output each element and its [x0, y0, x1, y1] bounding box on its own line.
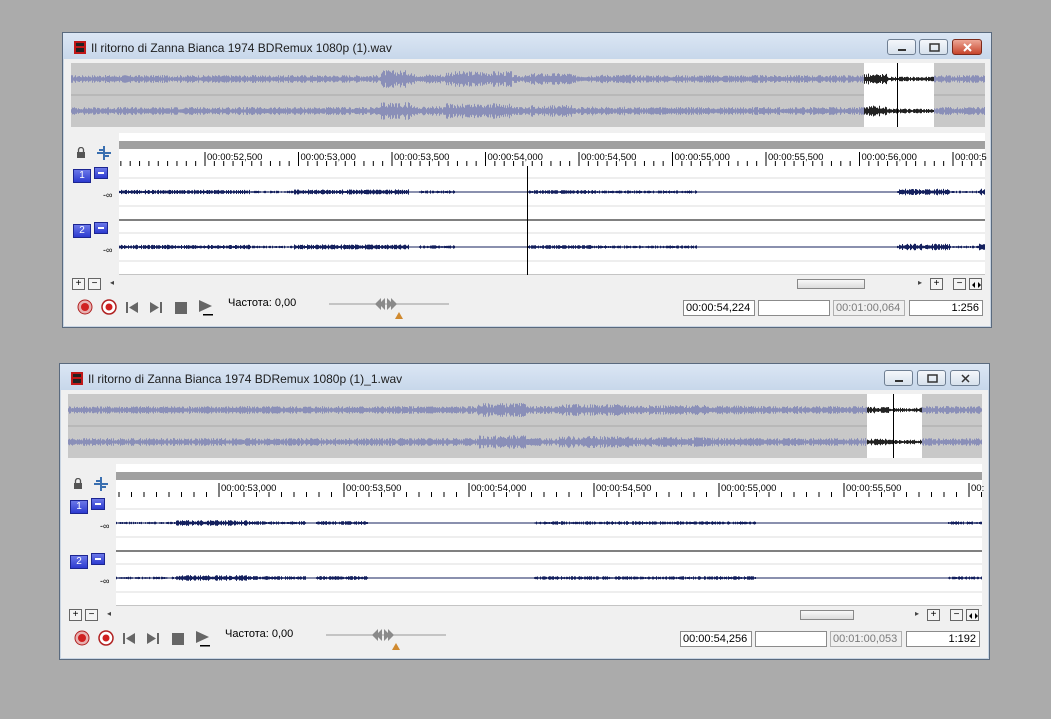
selection-field[interactable]: [758, 300, 830, 316]
lock-icon[interactable]: [75, 147, 87, 159]
channel-1-db: -∞: [103, 190, 113, 200]
scroll-right-arrow[interactable]: ▸: [918, 278, 922, 287]
channel-1-collapse[interactable]: [94, 167, 108, 179]
play-icon[interactable]: [194, 630, 212, 647]
channel-1-button[interactable]: 1: [73, 169, 91, 183]
close-icon: [961, 374, 970, 383]
overview-waveform[interactable]: [68, 394, 982, 458]
scroll-left-arrow[interactable]: ◂: [110, 278, 114, 287]
minimize-icon: [898, 49, 906, 51]
channel-2-collapse[interactable]: [94, 222, 108, 234]
track-area[interactable]: 00:00:52,500 00:00:53,000 00:00:53,500 00:0…: [119, 133, 987, 275]
horizontal-scrollbar-thumb[interactable]: [800, 610, 854, 620]
go-to-start-icon[interactable]: [125, 301, 139, 314]
audio-file-icon: [71, 372, 83, 385]
zoom-in-horizontal-button[interactable]: +: [927, 609, 940, 621]
audio-window-1: Il ritorno di Zanna Bianca 1974 BDRemux …: [62, 32, 992, 328]
minimize-button[interactable]: [884, 370, 913, 386]
zoom-out-horizontal-button[interactable]: −: [950, 609, 963, 621]
overview-cursor: [897, 63, 898, 127]
title-bar[interactable]: Il ritorno di Zanna Bianca 1974 BDRemux …: [60, 364, 989, 390]
maximize-button[interactable]: [919, 39, 948, 55]
record-icon[interactable]: [77, 299, 93, 315]
maximize-button[interactable]: [917, 370, 946, 386]
title-bar[interactable]: Il ritorno di Zanna Bianca 1974 BDRemux …: [63, 33, 991, 59]
playback-cursor: [527, 166, 528, 275]
channel-2-button[interactable]: 2: [73, 224, 91, 238]
zoom-out-vertical-button[interactable]: −: [85, 609, 98, 621]
frequency-label: Частота: 0,00: [225, 628, 294, 640]
close-button[interactable]: [950, 370, 980, 386]
audio-window-2: Il ritorno di Zanna Bianca 1974 BDRemux …: [59, 363, 990, 660]
zoom-in-vertical-button[interactable]: +: [72, 278, 85, 290]
record-arm-icon[interactable]: [101, 299, 117, 315]
zoom-in-horizontal-button[interactable]: +: [930, 278, 943, 290]
overview-waveform[interactable]: [71, 63, 985, 127]
horizontal-scrollbar-thumb[interactable]: [797, 279, 865, 289]
go-to-start-icon[interactable]: [122, 632, 136, 645]
window-title: Il ritorno di Zanna Bianca 1974 BDRemux …: [88, 372, 403, 386]
channel-2-button[interactable]: 2: [70, 555, 88, 569]
pitch-slider[interactable]: [327, 297, 451, 321]
zoom-out-horizontal-button[interactable]: −: [953, 278, 966, 290]
maximize-icon: [929, 43, 940, 52]
channel-1-collapse[interactable]: [91, 498, 105, 510]
minimize-button[interactable]: [887, 39, 916, 55]
record-icon[interactable]: [74, 630, 90, 646]
channel-1-db: -∞: [100, 521, 110, 531]
position-field[interactable]: 00:00:54,224: [683, 300, 755, 316]
snap-icon[interactable]: [93, 476, 109, 492]
minimize-icon: [895, 380, 903, 382]
overview-view-range[interactable]: [867, 394, 922, 458]
scroll-left-arrow[interactable]: ◂: [107, 609, 111, 618]
position-field[interactable]: 00:00:54,256: [680, 631, 752, 647]
close-button[interactable]: [952, 39, 982, 55]
frequency-label: Частота: 0,00: [228, 297, 297, 309]
pitch-slider[interactable]: [324, 628, 448, 652]
length-field: 00:01:00,064: [833, 300, 905, 316]
zoom-in-vertical-button[interactable]: +: [69, 609, 82, 621]
length-field: 00:01:00,053: [830, 631, 902, 647]
stop-icon[interactable]: [172, 633, 184, 645]
go-to-end-icon[interactable]: [149, 301, 163, 314]
zoom-out-vertical-button[interactable]: −: [88, 278, 101, 290]
close-icon: [963, 43, 972, 52]
zoom-fit-icon[interactable]: [966, 609, 979, 621]
zoom-ratio-field[interactable]: 1:192: [906, 631, 980, 647]
scroll-right-arrow[interactable]: ▸: [915, 609, 919, 618]
overview-view-range[interactable]: [864, 63, 934, 127]
overview-cursor: [893, 394, 894, 458]
stop-icon[interactable]: [175, 302, 187, 314]
record-arm-icon[interactable]: [98, 630, 114, 646]
selection-field[interactable]: [755, 631, 827, 647]
snap-icon[interactable]: [96, 145, 112, 161]
play-icon[interactable]: [197, 299, 215, 316]
channel-2-db: -∞: [103, 245, 113, 255]
maximize-icon: [927, 374, 938, 383]
channel-2-db: -∞: [100, 576, 110, 586]
lock-icon[interactable]: [72, 478, 84, 490]
channel-1-button[interactable]: 1: [70, 500, 88, 514]
zoom-ratio-field[interactable]: 1:256: [909, 300, 983, 316]
track-area[interactable]: 00:00:53,000 00:00:53,500 00:00:54,000 00:0…: [116, 464, 984, 606]
channel-2-collapse[interactable]: [91, 553, 105, 565]
zoom-fit-icon[interactable]: [969, 278, 982, 290]
audio-file-icon: [74, 41, 86, 54]
go-to-end-icon[interactable]: [146, 632, 160, 645]
window-title: Il ritorno di Zanna Bianca 1974 BDRemux …: [91, 41, 392, 55]
